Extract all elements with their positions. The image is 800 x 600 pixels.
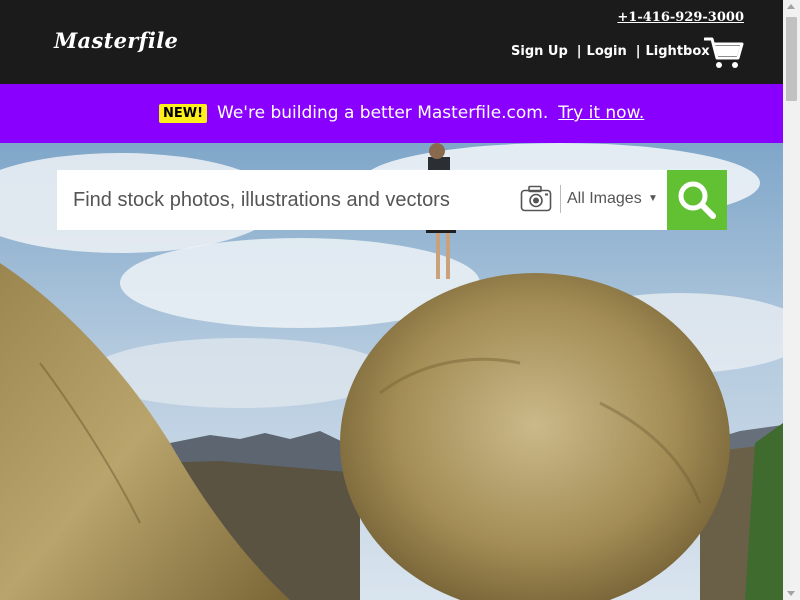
shopping-cart-icon[interactable] xyxy=(703,36,744,70)
new-badge: NEW! xyxy=(159,103,208,123)
announcement-banner: NEW! We're building a better Masterfile.… xyxy=(0,84,783,143)
page-scrollbar[interactable] xyxy=(783,0,800,600)
nav-separator: | xyxy=(576,44,582,59)
account-nav: Sign Up | Login | Lightbox xyxy=(511,44,710,59)
search-divider xyxy=(560,185,561,213)
magnifier-icon xyxy=(678,181,716,219)
login-link[interactable]: Login xyxy=(587,44,627,59)
lightbox-link[interactable]: Lightbox xyxy=(646,44,710,59)
search-input[interactable] xyxy=(57,170,512,230)
image-type-dropdown[interactable]: All Images xyxy=(567,190,642,208)
try-it-now-link[interactable]: Try it now. xyxy=(558,103,644,123)
search-bar: All Images ▼ xyxy=(57,170,727,230)
search-button[interactable] xyxy=(667,170,727,230)
camera-icon[interactable] xyxy=(520,185,552,213)
masterfile-logo[interactable]: Masterfile xyxy=(54,28,178,53)
phone-link[interactable]: +1-416-929-3000 xyxy=(617,10,744,25)
banner-text: We're building a better Masterfile.com. xyxy=(217,103,549,123)
search-box: All Images ▼ xyxy=(57,170,667,230)
top-header: Masterfile +1-416-929-3000 Sign Up | Log… xyxy=(0,0,783,84)
scroll-thumb[interactable] xyxy=(786,17,797,101)
nav-separator: | xyxy=(635,44,641,59)
scroll-up-arrow-icon[interactable] xyxy=(787,4,795,9)
dropdown-caret-icon[interactable]: ▼ xyxy=(648,193,658,204)
scroll-down-arrow-icon[interactable] xyxy=(787,591,795,596)
sign-up-link[interactable]: Sign Up xyxy=(511,44,568,59)
